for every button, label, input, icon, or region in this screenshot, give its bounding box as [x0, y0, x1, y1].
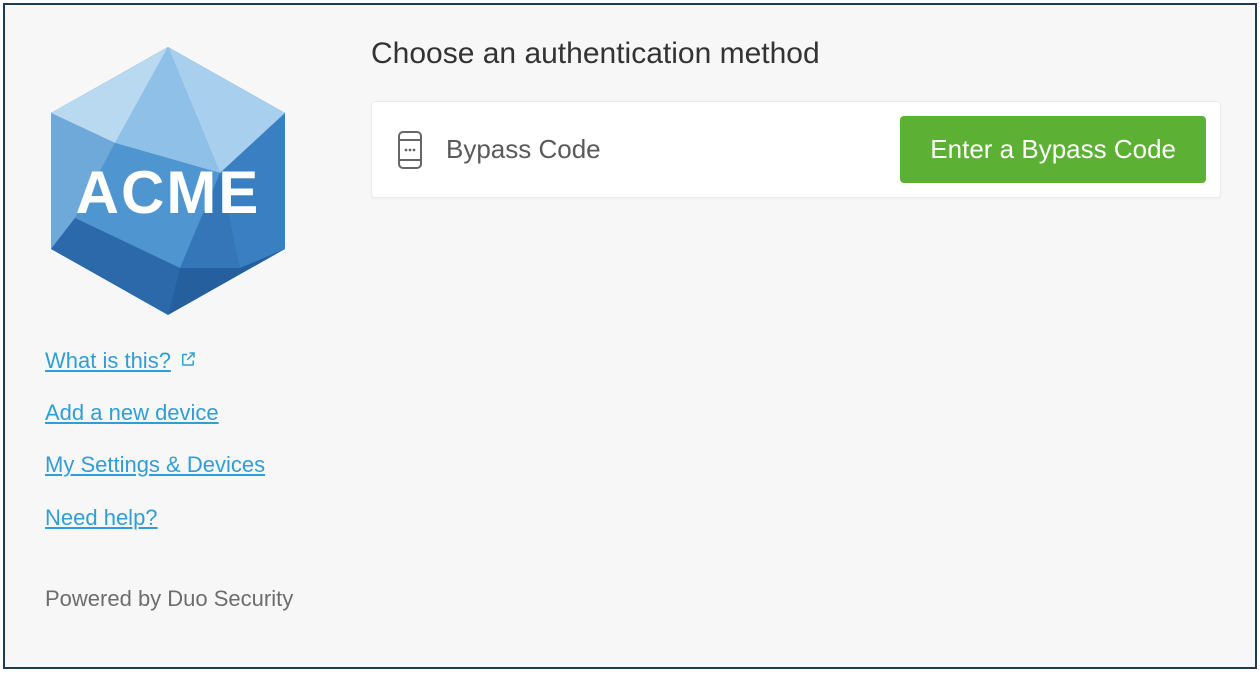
external-link-icon: [179, 349, 197, 373]
my-settings-link[interactable]: My Settings & Devices: [45, 453, 265, 477]
sidebar: ACME What is this? Add a new device My S…: [45, 43, 345, 639]
auth-method-left: Bypass Code: [396, 130, 601, 170]
what-is-this-link[interactable]: What is this?: [45, 349, 197, 373]
auth-frame: ACME What is this? Add a new device My S…: [3, 3, 1257, 669]
need-help-link[interactable]: Need help?: [45, 506, 158, 530]
hexagon-logo-icon: ACME: [45, 43, 291, 319]
powered-by-text: Powered by Duo Security: [45, 586, 345, 612]
brand-logo: ACME: [45, 43, 291, 319]
sidebar-links: What is this? Add a new device My Settin…: [45, 349, 345, 558]
enter-bypass-code-button[interactable]: Enter a Bypass Code: [900, 116, 1206, 183]
main-content: Choose an authentication method Bypass C…: [371, 37, 1221, 639]
link-label: My Settings & Devices: [45, 453, 265, 477]
link-label: Add a new device: [45, 401, 219, 425]
auth-method-label: Bypass Code: [446, 134, 601, 165]
link-label: Need help?: [45, 506, 158, 530]
auth-method-card: Bypass Code Enter a Bypass Code: [371, 101, 1221, 198]
brand-text: ACME: [76, 159, 261, 226]
link-label: What is this?: [45, 349, 171, 373]
phone-bypass-icon: [396, 130, 424, 170]
add-device-link[interactable]: Add a new device: [45, 401, 219, 425]
page-heading: Choose an authentication method: [371, 37, 1221, 71]
